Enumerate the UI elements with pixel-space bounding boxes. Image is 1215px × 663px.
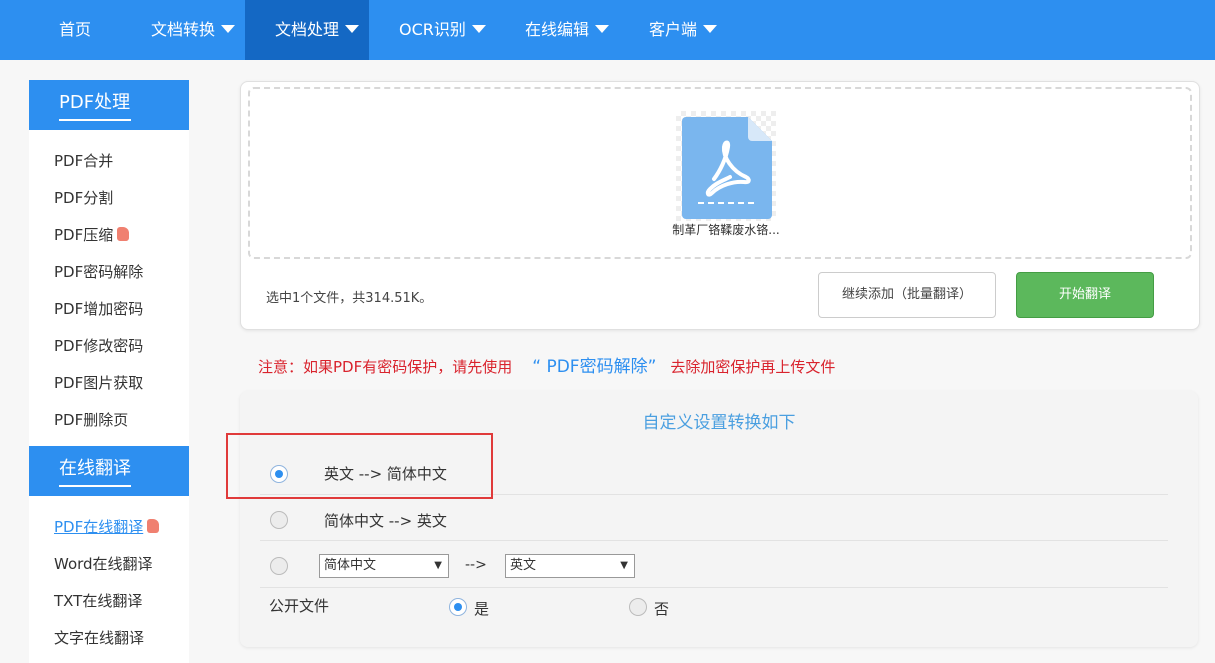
- sidebar-item-label: PDF修改密码: [54, 337, 144, 355]
- upload-panel: 制革厂铬鞣废水铬... 选中1个文件，共314.51K。 继续添加（批量翻译） …: [240, 81, 1200, 330]
- public-no-label: 否: [654, 600, 670, 618]
- settings-panel: 自定义设置转换如下 英文 --> 简体中文 简体中文 --> 英文 简体中文 ▼ …: [240, 391, 1198, 647]
- selection-info: 选中1个文件，共314.51K。: [266, 291, 433, 306]
- nav-ocr[interactable]: OCR识别: [399, 0, 486, 60]
- target-language-value: 英文: [510, 558, 537, 573]
- highlight-box: [226, 433, 493, 499]
- notice-suffix: 去除加密保护再上传文件: [670, 358, 836, 376]
- nav-home[interactable]: 首页: [59, 0, 91, 60]
- sidebar-item-pdf-unlock[interactable]: PDF密码解除: [54, 261, 143, 282]
- nav-client-label: 客户端: [649, 20, 698, 39]
- sidebar-item-label: PDF分割: [54, 189, 114, 207]
- chevron-down-icon: [221, 24, 236, 33]
- sidebar: PDF处理 PDF合并 PDF分割 PDF压缩 PDF密码解除 PDF增加密码 …: [29, 80, 189, 663]
- sidebar-item-pdf-split[interactable]: PDF分割: [54, 187, 113, 208]
- sidebar-item-text-translate[interactable]: 文字在线翻译: [54, 627, 144, 648]
- file-name: 制革厂铬鞣废水铬...: [672, 223, 780, 237]
- sidebar-header-pdf: PDF处理: [29, 80, 189, 130]
- radio-custom[interactable]: [270, 557, 288, 575]
- dropdown-arrow-icon: ▼: [620, 560, 628, 571]
- divider: [260, 587, 1168, 588]
- nav-doc-process-label: 文档处理: [275, 20, 340, 39]
- source-language-value: 简体中文: [324, 558, 377, 573]
- title-underline: [59, 119, 131, 121]
- sidebar-header-translate: 在线翻译: [29, 446, 189, 496]
- nav-doc-convert[interactable]: 文档转换: [151, 0, 236, 60]
- settings-title: 自定义设置转换如下: [642, 413, 796, 433]
- title-underline: [59, 485, 131, 487]
- nav-ocr-label: OCR识别: [399, 20, 466, 39]
- pdf-unlock-link[interactable]: “ PDF密码解除”: [532, 357, 656, 377]
- start-translate-button[interactable]: 开始翻译: [1016, 272, 1154, 318]
- dropdown-arrow-icon: ▼: [434, 560, 442, 571]
- sidebar-item-label: PDF删除页: [54, 411, 129, 429]
- radio-zh-to-en[interactable]: [270, 511, 288, 529]
- sidebar-item-label: PDF压缩: [54, 226, 114, 244]
- file-dropzone[interactable]: 制革厂铬鞣废水铬...: [248, 87, 1192, 259]
- sidebar-item-label: PDF增加密码: [54, 300, 144, 318]
- chevron-down-icon: [595, 24, 610, 33]
- target-language-select[interactable]: 英文 ▼: [505, 554, 635, 578]
- sidebar-item-pdf-delete-pages[interactable]: PDF删除页: [54, 409, 128, 430]
- chevron-down-icon: [471, 24, 486, 33]
- sidebar-item-label: PDF合并: [54, 152, 114, 170]
- sidebar-item-pdf-translate[interactable]: PDF在线翻译: [54, 516, 160, 537]
- pdf-file-icon: [682, 117, 772, 219]
- sidebar-item-pdf-compress[interactable]: PDF压缩: [54, 224, 130, 245]
- chevron-down-icon: [703, 24, 718, 33]
- nav-client[interactable]: 客户端: [649, 0, 718, 60]
- sidebar-section-title: 在线翻译: [59, 458, 131, 479]
- sidebar-item-txt-translate[interactable]: TXT在线翻译: [54, 590, 142, 611]
- nav-doc-convert-label: 文档转换: [151, 20, 216, 39]
- sidebar-item-pdf-merge[interactable]: PDF合并: [54, 150, 113, 171]
- divider: [260, 540, 1168, 541]
- radio-public-yes[interactable]: [449, 598, 467, 616]
- custom-arrow: -->: [465, 557, 487, 573]
- top-nav: 首页 文档转换 文档处理 OCR识别 在线编辑 客户端: [0, 0, 1215, 60]
- sidebar-item-pdf-add-password[interactable]: PDF增加密码: [54, 298, 143, 319]
- sidebar-item-label: PDF密码解除: [54, 263, 144, 281]
- thumbs-up-icon: [147, 519, 160, 533]
- file-thumbnail[interactable]: [676, 111, 776, 221]
- sidebar-item-pdf-change-password[interactable]: PDF修改密码: [54, 335, 143, 356]
- nav-home-label: 首页: [59, 20, 92, 39]
- nav-online-edit-label: 在线编辑: [525, 20, 590, 39]
- sidebar-item-label: Word在线翻译: [54, 555, 153, 573]
- option-zh-to-en-label: 简体中文 --> 英文: [324, 512, 447, 530]
- sidebar-item-label: 文字在线翻译: [54, 629, 145, 647]
- sidebar-item-word-translate[interactable]: Word在线翻译: [54, 553, 153, 574]
- sidebar-item-label: PDF图片获取: [54, 374, 144, 392]
- nav-doc-process[interactable]: 文档处理: [245, 0, 369, 60]
- sidebar-item-label: TXT在线翻译: [54, 592, 143, 610]
- chevron-down-icon: [345, 24, 360, 33]
- sidebar-section-title: PDF处理: [59, 92, 131, 113]
- public-yes-label: 是: [474, 600, 490, 618]
- notice-prefix: 注意：如果PDF有密码保护，请先使用: [258, 358, 513, 376]
- radio-public-no[interactable]: [629, 598, 647, 616]
- thumbs-up-icon: [117, 227, 130, 241]
- sidebar-item-label: PDF在线翻译: [54, 518, 144, 536]
- sidebar-item-pdf-extract-images[interactable]: PDF图片获取: [54, 372, 143, 393]
- public-file-label: 公开文件: [269, 597, 330, 615]
- source-language-select[interactable]: 简体中文 ▼: [319, 554, 449, 578]
- nav-online-edit[interactable]: 在线编辑: [525, 0, 610, 60]
- password-notice: 注意：如果PDF有密码保护，请先使用 “ PDF密码解除” 去除加密保护再上传文件: [258, 352, 835, 377]
- add-more-button[interactable]: 继续添加（批量翻译）: [818, 272, 996, 318]
